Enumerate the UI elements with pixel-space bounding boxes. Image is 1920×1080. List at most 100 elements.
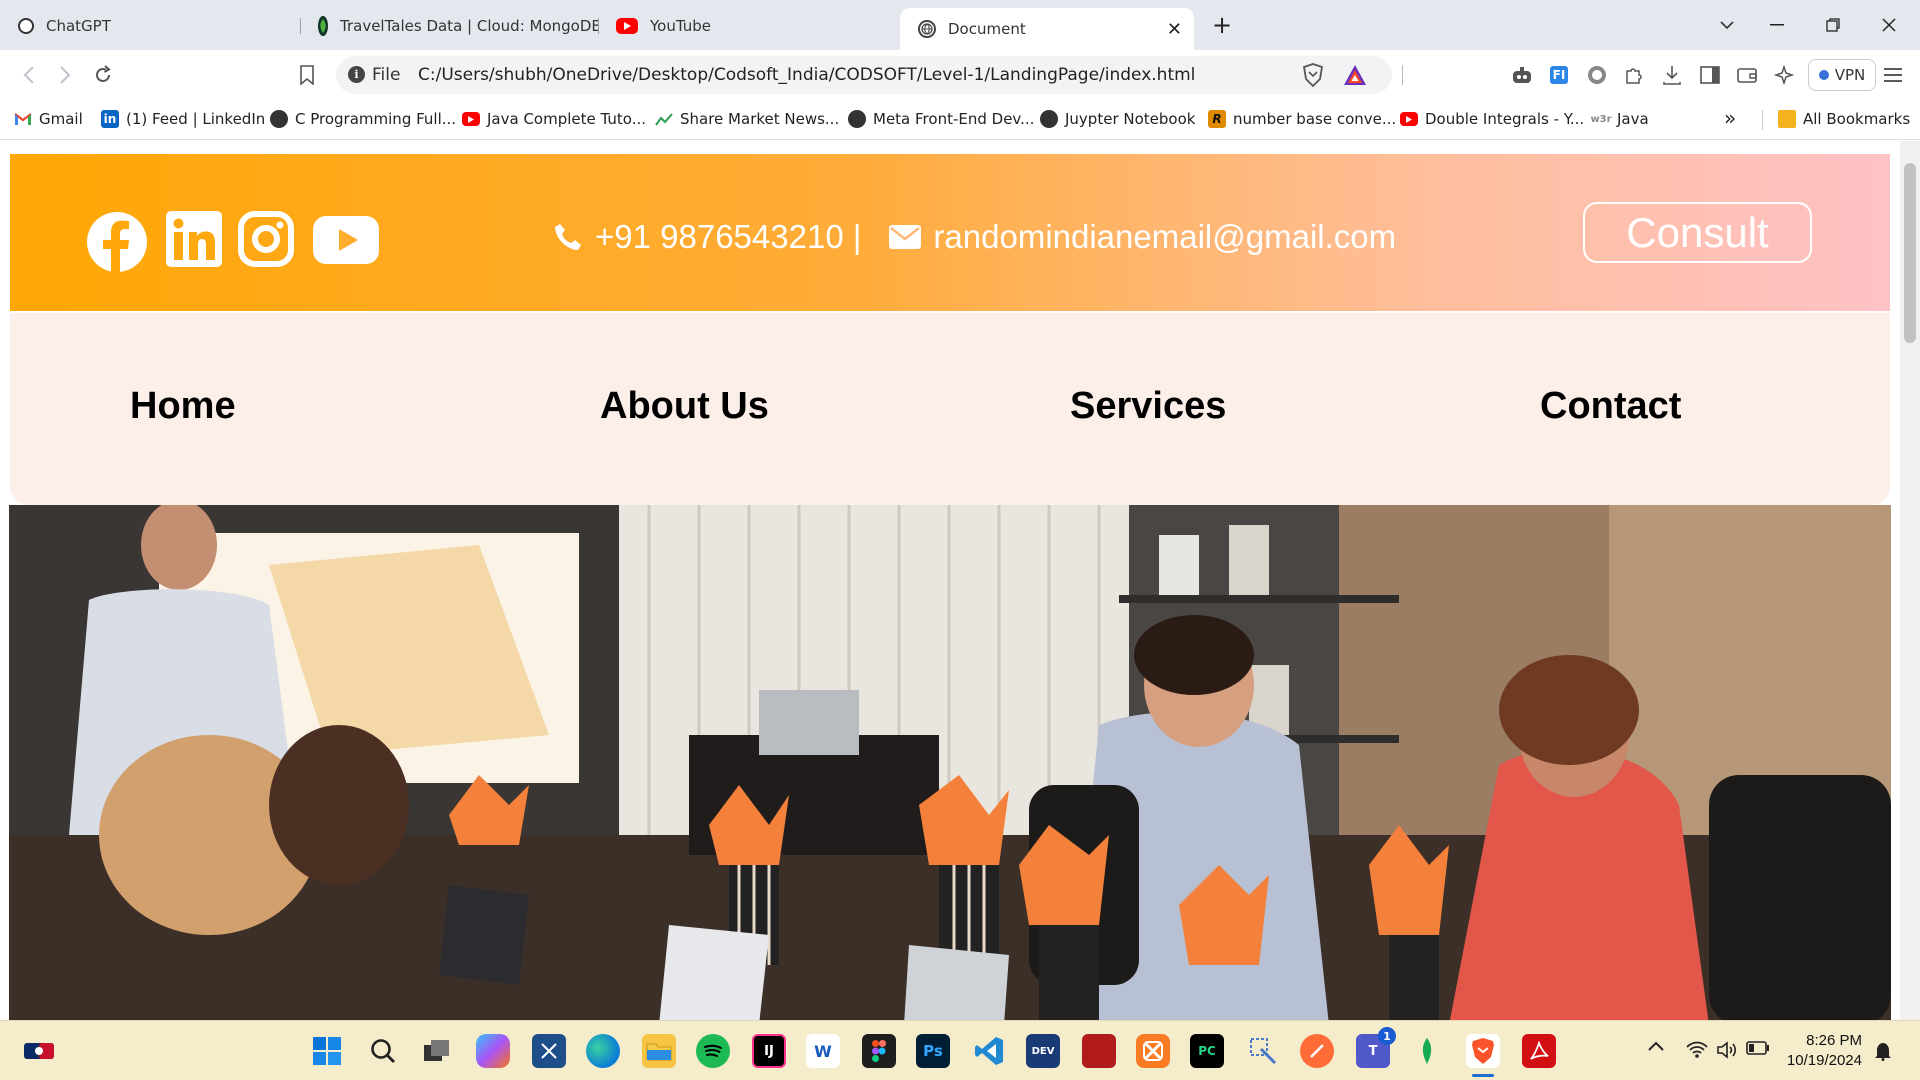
page-scrollbar[interactable] [1900, 141, 1920, 1020]
youtube-icon [462, 112, 480, 126]
tab-mongodb[interactable]: TravelTales Data | Cloud: MongoDB [300, 8, 598, 44]
show-hidden-icons-chevron-icon[interactable] [1648, 1041, 1664, 1051]
battery-icon[interactable] [1746, 1041, 1770, 1055]
close-tab-icon[interactable]: ✕ [1167, 19, 1182, 40]
bookmark-share-market[interactable]: Share Market News... [655, 110, 839, 128]
word-icon[interactable]: W [806, 1034, 840, 1068]
brave-shields-icon[interactable] [1300, 63, 1326, 87]
search-icon[interactable] [366, 1034, 400, 1068]
nav-about-us[interactable]: About Us [600, 385, 769, 428]
bookmark-number-base[interactable]: R number base conve... [1208, 110, 1396, 128]
bookmark-java[interactable]: w3r Java [1590, 110, 1648, 128]
close-window-icon[interactable] [1874, 10, 1904, 40]
envelope-icon [889, 225, 922, 249]
w3schools-icon: w3r [1590, 113, 1612, 125]
photoshop-icon[interactable]: Ps [916, 1034, 950, 1068]
pycharm-icon[interactable]: PC [1190, 1034, 1224, 1068]
clock-time: 8:26 PM [1806, 1032, 1862, 1049]
acrobat-icon[interactable] [1522, 1034, 1556, 1068]
mlb-widget-icon[interactable] [22, 1034, 56, 1068]
intellij-icon[interactable]: IJ [752, 1034, 786, 1068]
menu-icon[interactable] [1880, 63, 1906, 87]
phone-icon [553, 222, 583, 252]
frontend-extension-icon[interactable]: FI [1546, 63, 1572, 87]
notification-bell-icon[interactable] [1874, 1041, 1892, 1061]
spotify-icon[interactable] [696, 1034, 730, 1068]
bookmark-icon[interactable] [292, 61, 322, 89]
task-view-icon[interactable] [420, 1034, 454, 1068]
info-icon[interactable]: i [348, 66, 365, 83]
minimize-icon[interactable] [1762, 10, 1792, 40]
openai-icon [18, 18, 34, 34]
leo-ai-icon[interactable] [1771, 63, 1797, 87]
vpn-button[interactable]: VPN [1808, 59, 1876, 91]
nav-services[interactable]: Services [1070, 385, 1226, 428]
postman-icon[interactable] [1300, 1034, 1334, 1068]
taskbar-clock[interactable]: 8:26 PM 10/19/2024 [1782, 1031, 1862, 1071]
snipping-icon[interactable] [532, 1034, 566, 1068]
tab-youtube[interactable]: YouTube [598, 8, 898, 44]
bookmark-double-integrals[interactable]: Double Integrals - Y... [1400, 110, 1584, 128]
linkedin-icon[interactable] [166, 211, 222, 267]
phone-number[interactable]: +91 9876543210 | [595, 218, 861, 256]
bookmark-meta-frontend[interactable]: Meta Front-End Dev... [848, 110, 1034, 128]
facebook-icon[interactable] [86, 211, 148, 273]
vpn-status-icon [1818, 70, 1829, 80]
xampp-icon[interactable] [1136, 1034, 1170, 1068]
extensions-puzzle-icon[interactable] [1621, 63, 1647, 87]
nav-contact[interactable]: Contact [1540, 385, 1681, 428]
bookmark-gmail[interactable]: Gmail [14, 110, 83, 128]
windows-start-icon[interactable] [310, 1034, 344, 1068]
restore-icon[interactable] [1818, 10, 1848, 40]
brave-icon[interactable] [1466, 1034, 1500, 1077]
wifi-icon[interactable] [1686, 1041, 1708, 1059]
globe-icon [918, 20, 936, 38]
download-icon[interactable] [1659, 63, 1685, 87]
file-explorer-icon[interactable] [642, 1034, 676, 1068]
devcpp-icon[interactable]: DEV [1026, 1034, 1060, 1068]
edge-icon[interactable] [586, 1034, 620, 1068]
volume-icon[interactable] [1716, 1041, 1738, 1059]
contact-info: +91 9876543210 | randomindianemail@gmail… [553, 218, 1396, 256]
all-bookmarks-folder[interactable]: All Bookmarks [1778, 110, 1910, 128]
reload-icon[interactable] [88, 61, 118, 89]
more-bookmarks-chevron-icon[interactable]: » [1724, 106, 1736, 130]
circle-extension-icon[interactable] [1584, 63, 1610, 87]
active-app-indicator [1472, 1074, 1494, 1077]
top-contact-band: +91 9876543210 | randomindianemail@gmail… [10, 154, 1890, 311]
copilot-icon[interactable] [476, 1034, 510, 1068]
address-bar[interactable]: i File C:/Users/shubh/OneDrive/Desktop/C… [336, 56, 1403, 94]
main-navigation: Home About Us Services Contact [10, 313, 1890, 505]
url-text[interactable]: C:/Users/shubh/OneDrive/Desktop/Codsoft_… [418, 65, 1195, 85]
bookmark-java-tutorial[interactable]: Java Complete Tuto... [462, 110, 646, 128]
brave-rewards-icon[interactable] [1342, 63, 1368, 87]
figma-icon[interactable] [862, 1034, 896, 1068]
tab-document[interactable]: Document ✕ [900, 8, 1194, 50]
tab-search-chevron-icon[interactable] [1712, 10, 1742, 40]
linkedin-icon: in [101, 110, 119, 128]
sidebar-icon[interactable] [1697, 63, 1723, 87]
nav-home[interactable]: Home [130, 385, 236, 428]
instagram-icon[interactable] [238, 211, 294, 267]
mongodb-compass-icon[interactable] [1410, 1034, 1444, 1068]
bookmark-c-programming[interactable]: C Programming Full... [270, 110, 456, 128]
bookmark-jupyter[interactable]: Juypter Notebook [1040, 110, 1195, 128]
chart-icon [655, 110, 673, 128]
scrollbar-thumb[interactable] [1904, 163, 1916, 343]
copilot-extension-icon[interactable] [1509, 63, 1535, 87]
file-scheme-label: File [372, 65, 401, 85]
teams-icon[interactable]: T 1 [1356, 1027, 1396, 1068]
youtube-icon[interactable] [313, 216, 379, 264]
drawing-icon[interactable] [1246, 1034, 1280, 1068]
forward-icon[interactable] [50, 61, 80, 89]
wallet-icon[interactable] [1734, 63, 1760, 87]
vscode-icon[interactable] [972, 1034, 1006, 1068]
back-icon[interactable] [14, 61, 44, 89]
new-tab-button[interactable]: + [1207, 10, 1237, 40]
email-address[interactable]: randomindianemail@gmail.com [933, 218, 1396, 256]
rstudio-icon[interactable] [1082, 1034, 1116, 1068]
consult-button[interactable]: Consult [1583, 202, 1812, 263]
tab-chatgpt[interactable]: ChatGPT [0, 8, 300, 44]
browser-tab-strip: ChatGPT TravelTales Data | Cloud: MongoD… [0, 0, 1920, 50]
bookmark-linkedin[interactable]: in (1) Feed | LinkedIn [101, 110, 265, 128]
